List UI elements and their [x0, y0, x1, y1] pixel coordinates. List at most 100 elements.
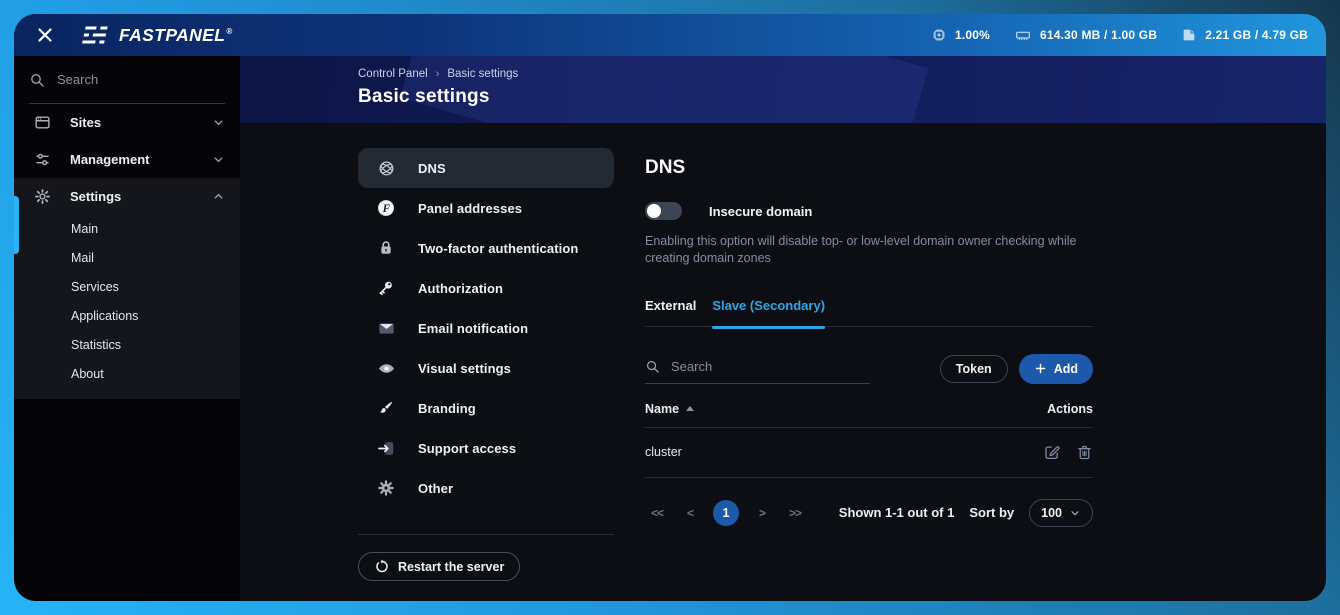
logo-text: FASTPANEL®	[119, 25, 233, 46]
token-button[interactable]: Token	[940, 355, 1008, 383]
breadcrumb: Control Panel › Basic settings	[358, 68, 1326, 80]
sidebar-item-label: Sites	[70, 115, 101, 130]
nav-item-label: Email notification	[418, 321, 528, 336]
nav-item-other[interactable]: Other	[358, 468, 614, 508]
nav-item-two-factor[interactable]: Two-factor authentication	[358, 228, 614, 268]
nav-item-dns[interactable]: DNS	[358, 148, 614, 188]
nav-divider	[358, 534, 614, 535]
restart-server-button[interactable]: Restart the server	[358, 552, 520, 581]
brush-icon	[374, 399, 398, 417]
table-search-input[interactable]	[671, 359, 841, 374]
sidebar: Sites Management	[14, 56, 240, 601]
row-actions	[1043, 443, 1093, 461]
pagination: << < 1 > >> Shown 1-1 out of 1 Sort by 1…	[645, 499, 1093, 527]
nav-item-support-access[interactable]: Support access	[358, 428, 614, 468]
chevron-down-icon	[212, 153, 225, 166]
nav-item-label: Visual settings	[418, 361, 511, 376]
breadcrumb-separator: ›	[436, 68, 440, 80]
sidebar-subitem-services[interactable]: Services	[14, 273, 240, 302]
sidebar-search-input[interactable]	[57, 72, 187, 87]
memory-icon	[1014, 27, 1032, 43]
sidebar-item-management[interactable]: Management	[14, 141, 240, 178]
arrow-right-icon	[374, 439, 398, 458]
equalizer-logo-icon	[80, 25, 112, 45]
disk-value: 2.21 GB / 4.79 GB	[1205, 28, 1308, 42]
chevron-up-icon	[212, 190, 225, 203]
sidebar-item-sites[interactable]: Sites	[14, 104, 240, 141]
sidebar-subitem-statistics[interactable]: Statistics	[14, 331, 240, 360]
cpu-icon	[931, 27, 947, 43]
sidebar-subitem-applications[interactable]: Applications	[14, 302, 240, 331]
column-name[interactable]: Name	[645, 402, 694, 416]
tab-external[interactable]: External	[645, 298, 696, 313]
search-icon	[29, 72, 45, 88]
table-search	[645, 359, 870, 384]
edit-icon[interactable]	[1043, 443, 1061, 461]
memory-stat: 614.30 MB / 1.00 GB	[1014, 27, 1157, 43]
table-row: cluster	[645, 428, 1093, 478]
restart-icon	[374, 559, 389, 574]
shown-count-text: Shown 1-1 out of 1	[839, 505, 955, 520]
column-name-label: Name	[645, 402, 679, 416]
section-title: DNS	[645, 157, 1093, 179]
nav-item-visual-settings[interactable]: Visual settings	[358, 348, 614, 388]
browser-window-icon	[33, 114, 51, 131]
active-section-indicator	[14, 196, 19, 254]
chevron-down-icon	[1069, 507, 1081, 519]
pager: << < 1 > >>	[645, 500, 807, 526]
key-icon	[374, 279, 398, 297]
insecure-domain-row: Insecure domain	[645, 202, 1093, 220]
disk-icon	[1181, 27, 1197, 43]
sliders-icon	[33, 151, 51, 168]
page-size-select[interactable]: 100	[1029, 499, 1093, 527]
prev-page-button[interactable]: <	[681, 502, 699, 524]
nav-item-label: DNS	[418, 161, 446, 176]
insecure-domain-label: Insecure domain	[709, 204, 812, 219]
next-page-button[interactable]: >	[753, 502, 771, 524]
nav-item-label: Support access	[418, 441, 516, 456]
nav-item-label: Panel addresses	[418, 201, 522, 216]
settings-nav: DNS F Panel addresses	[358, 148, 614, 581]
sidebar-item-label: Settings	[70, 189, 121, 204]
nav-item-branding[interactable]: Branding	[358, 388, 614, 428]
insecure-domain-toggle[interactable]	[645, 202, 682, 220]
sort-asc-icon	[686, 406, 694, 411]
lock-icon	[374, 239, 398, 257]
chevron-down-icon	[212, 116, 225, 129]
cpu-stat: 1.00%	[931, 27, 990, 43]
sidebar-item-settings[interactable]: Settings	[14, 178, 240, 215]
delete-icon[interactable]	[1076, 444, 1093, 461]
column-actions: Actions	[1047, 402, 1093, 416]
nav-item-label: Authorization	[418, 281, 503, 296]
disk-stat: 2.21 GB / 4.79 GB	[1181, 27, 1308, 43]
nav-item-label: Branding	[418, 401, 476, 416]
toggle-knob	[647, 204, 661, 218]
page-header: Control Panel › Basic settings Basic set…	[240, 56, 1326, 123]
row-name-cell: cluster	[645, 445, 682, 459]
sidebar-subitem-mail[interactable]: Mail	[14, 244, 240, 273]
sidebar-subitem-about[interactable]: About	[14, 360, 240, 389]
add-button-label: Add	[1054, 362, 1078, 376]
sidebar-item-label: Management	[70, 152, 149, 167]
page-title: Basic settings	[358, 86, 1326, 108]
close-icon[interactable]	[28, 18, 62, 52]
nav-item-panel-addresses[interactable]: F Panel addresses	[358, 188, 614, 228]
table-toolbar: Token Add	[645, 354, 1093, 384]
sidebar-search	[29, 56, 225, 104]
gear-icon	[33, 188, 51, 205]
sort-by-label: Sort by	[969, 505, 1014, 520]
current-page-button[interactable]: 1	[713, 500, 739, 526]
breadcrumb-control-panel[interactable]: Control Panel	[358, 68, 428, 80]
nav-item-authorization[interactable]: Authorization	[358, 268, 614, 308]
add-button[interactable]: Add	[1019, 354, 1093, 384]
globe-icon	[374, 159, 398, 178]
last-page-button[interactable]: >>	[783, 502, 807, 524]
first-page-button[interactable]: <<	[645, 502, 669, 524]
tab-slave-secondary[interactable]: Slave (Secondary)	[712, 298, 825, 313]
nav-item-email-notification[interactable]: Email notification	[358, 308, 614, 348]
sidebar-subitem-main[interactable]: Main	[14, 215, 240, 244]
breadcrumb-basic-settings: Basic settings	[447, 68, 518, 80]
eye-icon	[374, 359, 398, 378]
nav-item-label: Other	[418, 481, 453, 496]
f-badge-icon: F	[374, 198, 398, 218]
